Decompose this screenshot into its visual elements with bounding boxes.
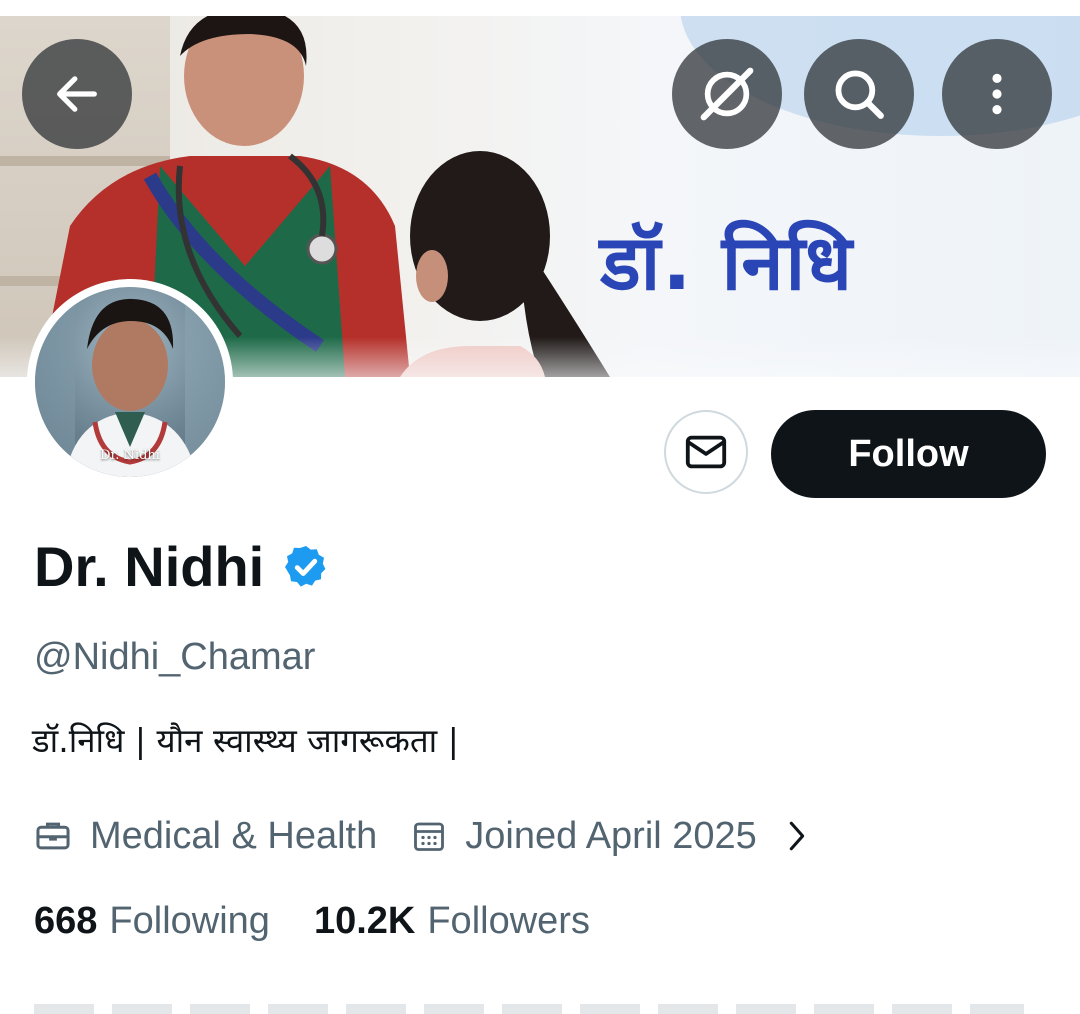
followers-count: 10.2K bbox=[313, 900, 416, 942]
profile-page: डॉ. निधि Dr. Nidhi Follow Dr. Nidhi @Nid… bbox=[0, 0, 1080, 1014]
avatar-photo: Dr. Nidhi bbox=[35, 287, 225, 477]
following-stat[interactable]: 668 Following bbox=[34, 895, 270, 947]
profile-stats: 668 Following 10.2K Followers bbox=[34, 895, 590, 947]
avatar-caption: Dr. Nidhi bbox=[100, 448, 160, 463]
following-label: Following bbox=[109, 900, 270, 942]
envelope-icon bbox=[685, 435, 727, 469]
profile-bio: डॉ.निधि | यौन स्वास्थ्य जागरूकता | bbox=[32, 721, 459, 760]
profile-category[interactable]: Medical & Health bbox=[90, 810, 377, 862]
chevron-right-icon[interactable] bbox=[783, 819, 811, 853]
calendar-icon bbox=[414, 822, 445, 851]
back-button[interactable] bbox=[22, 39, 132, 149]
search-button[interactable] bbox=[804, 39, 914, 149]
followers-stat[interactable]: 10.2K Followers bbox=[314, 895, 590, 947]
profile-meta: Medical & Health Joined April 2025 bbox=[34, 810, 811, 862]
more-vertical-icon bbox=[992, 73, 1002, 115]
banner-title: डॉ. निधि bbox=[600, 218, 854, 307]
briefcase-icon bbox=[36, 822, 70, 850]
following-count: 668 bbox=[34, 900, 98, 942]
truncated-content bbox=[34, 1004, 1024, 1014]
arrow-left-icon bbox=[57, 76, 97, 112]
grok-button[interactable] bbox=[672, 39, 782, 149]
message-button[interactable] bbox=[664, 410, 748, 494]
profile-handle: @Nidhi_Chamar bbox=[34, 636, 316, 678]
name-row: Dr. Nidhi bbox=[34, 532, 330, 602]
followers-label: Followers bbox=[427, 900, 590, 942]
profile-avatar[interactable]: Dr. Nidhi bbox=[27, 279, 233, 485]
more-button[interactable] bbox=[942, 39, 1052, 149]
follow-button[interactable]: Follow bbox=[771, 410, 1046, 498]
profile-joined-date: Joined April 2025 bbox=[465, 815, 757, 857]
display-name: Dr. Nidhi bbox=[34, 535, 265, 598]
verified-badge-icon[interactable] bbox=[282, 543, 330, 591]
search-icon bbox=[835, 70, 884, 119]
grok-icon bbox=[700, 67, 754, 121]
